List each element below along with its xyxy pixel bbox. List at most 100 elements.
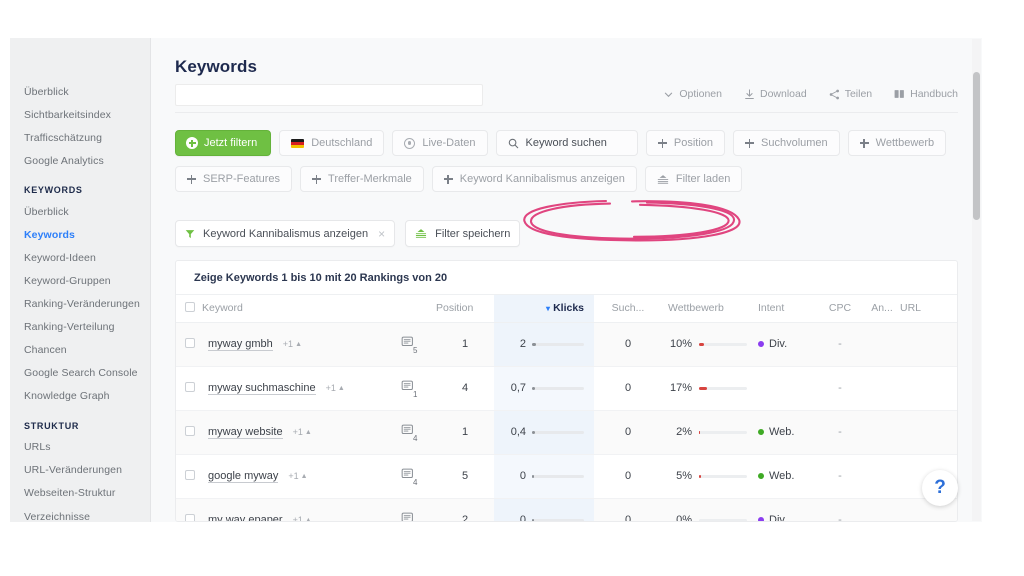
sidebar-item-knowledge-graph[interactable]: Knowledge Graph [10, 385, 150, 408]
row-checkbox[interactable] [185, 469, 195, 480]
intent-dot-icon [758, 473, 764, 479]
handbuch-button[interactable]: Handbuch [894, 88, 958, 100]
sidebar-item-urls[interactable]: URLs [10, 436, 150, 459]
sidebar-item-ranking-veraenderungen[interactable]: Ranking-Veränderungen [10, 293, 150, 316]
plus-icon [187, 174, 196, 184]
cell-cannibalism[interactable]: 4 [380, 454, 436, 499]
sidebar-item-google-analytics[interactable]: Google Analytics [10, 149, 150, 172]
country-label: Deutschland [311, 137, 373, 149]
intent-dot-icon [758, 341, 764, 347]
active-filter-bar: Keyword Kannibalismus anzeigen × Filter … [175, 220, 521, 247]
country-filter-deutschland[interactable]: Deutschland [279, 130, 385, 156]
filter-position[interactable]: Position [645, 130, 726, 156]
cell-anzeigen [864, 366, 900, 411]
table-row[interactable]: myway gmbh +1 ▲ 5 1 2 0 10% Div. - [176, 322, 957, 367]
help-button[interactable]: ? [922, 470, 958, 506]
cell-cpc: - [816, 366, 864, 411]
intent-badge: Div. [758, 338, 816, 350]
sidebar-item-sichtbarkeitsindex[interactable]: Sichtbarkeitsindex [10, 103, 150, 126]
cell-cannibalism[interactable]: 1 [380, 366, 436, 411]
flag-de-icon [291, 138, 305, 148]
header-divider [175, 112, 958, 113]
keyword-more-badge[interactable]: +1 ▲ [279, 337, 306, 351]
row-checkbox[interactable] [185, 381, 195, 392]
keyword-more-badge[interactable]: +1 ▲ [322, 381, 349, 395]
table-row[interactable]: google myway +1 ▲ 4 5 0 0 5% Web. - [176, 454, 957, 499]
wettbewerb-value: 5% [676, 470, 692, 482]
sidebar-item-keyword-ideen[interactable]: Keyword-Ideen [10, 246, 150, 269]
th-suchvolumen[interactable]: Such... [594, 295, 662, 323]
table-row[interactable]: my way epaper +1 ▲ 3 2 0 0 0% Div. - [176, 498, 957, 521]
th-position[interactable]: Position [436, 295, 494, 323]
th-cpc[interactable]: CPC [816, 295, 864, 323]
cell-cannibalism[interactable]: 3 [380, 498, 436, 521]
filter-laden-button[interactable]: Filter laden [644, 166, 743, 192]
table-row[interactable]: myway suchmaschine +1 ▲ 1 4 0,7 0 17% - [176, 366, 957, 411]
keyword-link[interactable]: my way epaper [208, 514, 283, 521]
sidebar-item-keywords-uberblick[interactable]: Überblick [10, 200, 150, 223]
keyword-more-badge[interactable]: +1 ▲ [284, 469, 311, 483]
wettbewerb-bar [699, 474, 747, 478]
keyword-link[interactable]: myway gmbh [208, 338, 273, 351]
row-checkbox[interactable] [185, 337, 195, 348]
select-all-checkbox[interactable] [185, 301, 195, 312]
filter-serp-features[interactable]: SERP-Features [175, 166, 293, 192]
sidebar-item-webseiten-struktur[interactable]: Webseiten-Struktur [10, 482, 150, 505]
th-url[interactable]: URL [900, 295, 957, 323]
keyword-link[interactable]: myway suchmaschine [208, 382, 316, 395]
optionen-button[interactable]: Optionen [663, 88, 722, 100]
filter-keyword-kannibalismus[interactable]: Keyword Kannibalismus anzeigen [431, 166, 637, 192]
cell-cannibalism[interactable]: 5 [380, 322, 436, 367]
cell-intent [758, 366, 816, 411]
sidebar-item-verzeichnisse[interactable]: Verzeichnisse [10, 505, 150, 523]
live-daten-filter[interactable]: Live-Daten [392, 130, 488, 156]
sidebar-item-ranking-verteilung[interactable]: Ranking-Verteilung [10, 316, 150, 339]
th-anzeigen[interactable]: An... [864, 295, 900, 323]
filter-speichern-button[interactable]: Filter speichern [405, 220, 521, 247]
domain-input[interactable] [175, 84, 483, 106]
vertical-scrollbar[interactable] [972, 39, 981, 521]
sidebar-item-uberblick[interactable]: Überblick [10, 80, 150, 103]
filter-serp-features-label: SERP-Features [203, 173, 281, 185]
row-checkbox-cell[interactable] [176, 322, 202, 367]
row-checkbox-cell[interactable] [176, 366, 202, 411]
teilen-button[interactable]: Teilen [829, 88, 872, 100]
keyword-more-badge[interactable]: +1 ▲ [289, 425, 316, 439]
table-header-row: Keyword Position ▾ Klicks Such... Wettbew… [176, 295, 957, 323]
plus-icon [312, 174, 322, 184]
active-filter-chip-kannibalismus[interactable]: Keyword Kannibalismus anzeigen × [175, 220, 396, 247]
th-klicks[interactable]: ▾ Klicks [494, 295, 594, 323]
row-checkbox-cell[interactable] [176, 410, 202, 455]
sidebar-item-google-search-console[interactable]: Google Search Console [10, 362, 150, 385]
sidebar-item-keywords[interactable]: Keywords [10, 223, 150, 246]
filter-suchvolumen-label: Suchvolumen [761, 137, 828, 149]
sidebar-item-trafficschaetzung[interactable]: Trafficschätzung [10, 126, 150, 149]
cannibalism-count: 1 [413, 389, 418, 399]
filter-suchvolumen[interactable]: Suchvolumen [733, 130, 840, 156]
filter-treffer-merkmale[interactable]: Treffer-Merkmale [300, 166, 424, 192]
keyword-link[interactable]: myway website [208, 426, 283, 439]
row-checkbox[interactable] [185, 513, 195, 521]
close-icon[interactable]: × [378, 228, 385, 240]
sidebar-item-chancen[interactable]: Chancen [10, 339, 150, 362]
th-select-all[interactable] [176, 295, 202, 323]
keyword-link[interactable]: google myway [208, 470, 279, 483]
sidebar-item-url-veraenderungen[interactable]: URL-Veränderungen [10, 459, 150, 482]
table-row[interactable]: myway website +1 ▲ 4 1 0,4 0 2% Web. - [176, 410, 957, 455]
keyword-more-badge[interactable]: +1 ▲ [289, 513, 316, 521]
scrollbar-thumb[interactable] [973, 72, 980, 220]
keyword-search-input[interactable]: Keyword suchen [495, 130, 638, 156]
cell-wettbewerb: 2% [662, 410, 758, 455]
th-wettbewerb[interactable]: Wettbewerb [662, 295, 758, 323]
row-checkbox-cell[interactable] [176, 454, 202, 499]
cell-cannibalism[interactable]: 4 [380, 410, 436, 455]
jetzt-filtern-button[interactable]: Jetzt filtern [175, 130, 272, 156]
filter-wettbewerb[interactable]: Wettbewerb [847, 130, 947, 156]
row-checkbox-cell[interactable] [176, 498, 202, 521]
download-button[interactable]: Download [744, 88, 807, 100]
row-checkbox[interactable] [185, 425, 195, 436]
th-keyword[interactable]: Keyword [202, 295, 380, 323]
th-intent[interactable]: Intent [758, 295, 816, 323]
sidebar-item-keyword-gruppen[interactable]: Keyword-Gruppen [10, 269, 150, 292]
klicks-bar [532, 474, 584, 478]
